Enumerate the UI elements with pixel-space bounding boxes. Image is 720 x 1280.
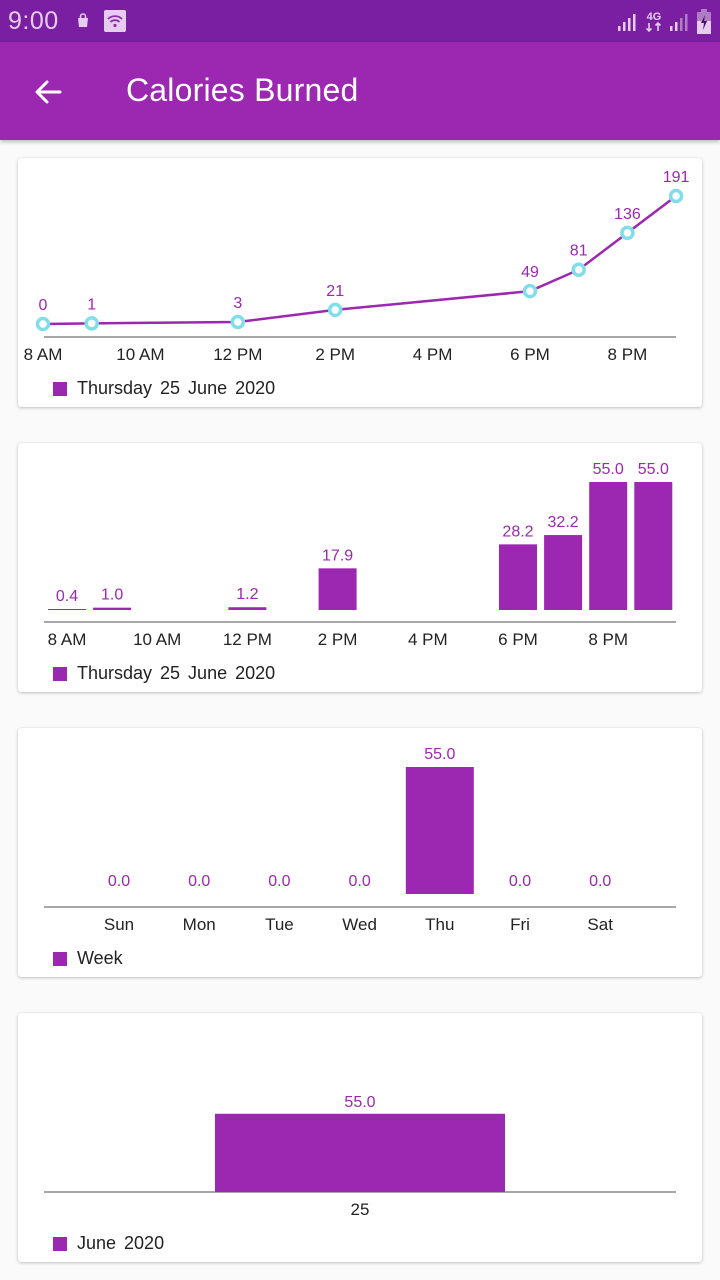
x-tick-label: Wed (342, 915, 377, 934)
bar (93, 607, 132, 610)
legend-swatch (53, 1236, 67, 1251)
data-label: 28.2 (502, 523, 533, 540)
x-tick-label: 6 PM (498, 630, 538, 649)
x-tick-label: 10 AM (133, 630, 181, 649)
legend-label: Week (77, 948, 123, 968)
series-line (42, 195, 677, 326)
x-tick-label: Sun (104, 915, 134, 934)
data-label: 81 (570, 243, 588, 260)
network-label: 4G (647, 11, 662, 23)
hourly-bar-chart[interactable]: 8 AM 10 AM 12 PM 2 PM 4 PM 6 PM 8 PM 0.4 1.0 1.2 1… (18, 443, 702, 692)
hourly-line-chart-card: 8 AM 10 AM 12 PM 2 PM 4 PM 6 PM 8 PM 0 1 3 21 49 81 1… (18, 158, 702, 407)
bar (499, 544, 537, 610)
x-tick-label: 8 PM (588, 630, 628, 649)
x-tick-label: 2 PM (318, 630, 358, 649)
data-label: 55.0 (638, 461, 669, 478)
chart-legend: Week (53, 948, 123, 969)
arrow-left-icon (35, 80, 62, 104)
x-tick-label: 8 PM (608, 345, 648, 364)
chart-legend: June 2020 (53, 1233, 164, 1254)
legend-label: Thursday 25 June 2020 (77, 378, 276, 398)
data-label: 0.0 (509, 873, 531, 890)
bar (544, 535, 583, 610)
legend-swatch (53, 666, 67, 681)
signal-icon (617, 12, 637, 37)
data-label: 1.2 (236, 586, 258, 603)
bar (318, 568, 357, 610)
data-label: 17.9 (322, 547, 353, 564)
x-tick-label: Tue (265, 915, 294, 934)
back-button[interactable] (22, 66, 74, 118)
data-point (620, 225, 635, 241)
data-label: 0.0 (589, 873, 611, 890)
data-label: 0 (39, 297, 48, 314)
data-label: 1 (87, 296, 96, 313)
data-point (522, 283, 538, 299)
legend-swatch (53, 381, 67, 396)
app-bar: Calories Burned (0, 42, 720, 140)
data-point (571, 262, 586, 277)
x-tick-label: Thu (425, 915, 454, 934)
bar (48, 609, 86, 610)
x-tick-label: 4 PM (408, 630, 448, 649)
x-tick-label: 25 (351, 1200, 370, 1219)
legend-label: June 2020 (77, 1233, 165, 1253)
data-label: 0.4 (56, 588, 78, 605)
battery-charging-icon (696, 9, 712, 40)
data-point (35, 316, 51, 332)
monthly-bar-chart[interactable]: 25 55.0 (18, 1013, 702, 1262)
shopping-bag-icon (74, 12, 92, 35)
x-tick-label: Mon (183, 915, 216, 934)
hourly-line-chart[interactable]: 8 AM 10 AM 12 PM 2 PM 4 PM 6 PM 8 PM 0 1 3 21 49 81 1… (18, 158, 702, 407)
data-label: 0.0 (268, 873, 290, 890)
data-label: 0.0 (108, 873, 130, 890)
x-tick-label: Fri (510, 915, 530, 934)
page-title: Calories Burned (126, 72, 359, 108)
wifi-icon (104, 10, 126, 37)
monthly-bar-chart-card: 25 55.0 June 2020 (18, 1013, 702, 1262)
data-point (84, 316, 99, 331)
data-label: 32.2 (548, 514, 579, 531)
chart-legend: Thursday 25 June 2020 (53, 663, 275, 684)
weekly-bar-chart[interactable]: Sun Mon Tue Wed Thu Fri Sat 0.0 0.0 0.0 0.0 55.0 0.0… (18, 728, 702, 977)
x-tick-label: 8 AM (48, 630, 87, 649)
x-tick-label: 6 PM (510, 345, 550, 364)
data-label: 136 (614, 206, 641, 223)
x-tick-label: 4 PM (413, 345, 453, 364)
data-label: 0.0 (188, 873, 210, 890)
data-label: 0.0 (348, 873, 370, 890)
signal-weak-icon (669, 12, 689, 37)
legend-swatch (53, 951, 67, 966)
bar (215, 1113, 505, 1192)
data-label: 3 (233, 295, 242, 312)
data-point (668, 188, 684, 204)
bar (228, 607, 267, 610)
x-tick-label: 2 PM (315, 345, 355, 364)
x-tick-label: 10 AM (116, 345, 164, 364)
data-label: 49 (521, 264, 539, 281)
x-tick-label: 8 AM (24, 345, 63, 364)
bar (589, 482, 628, 610)
legend-label: Thursday 25 June 2020 (77, 663, 276, 683)
x-tick-label: 12 PM (213, 345, 262, 364)
network-4g-icon: 4G (643, 9, 665, 40)
status-time: 9:00 (8, 7, 59, 35)
data-label: 191 (663, 169, 690, 186)
data-label: 55.0 (424, 746, 455, 763)
data-label: 21 (326, 283, 344, 300)
bar (405, 767, 474, 894)
bar (634, 482, 673, 610)
data-label: 1.0 (101, 587, 123, 604)
weekly-bar-chart-card: Sun Mon Tue Wed Thu Fri Sat 0.0 0.0 0.0 0.0 55.0 0.0… (18, 728, 702, 977)
x-tick-label: 12 PM (223, 630, 272, 649)
chart-legend: Thursday 25 June 2020 (53, 378, 275, 399)
x-tick-label: Sat (587, 915, 613, 934)
hourly-bar-chart-card: 8 AM 10 AM 12 PM 2 PM 4 PM 6 PM 8 PM 0.4 1.0 1.2 1… (18, 443, 702, 692)
data-point (327, 302, 343, 318)
status-bar: 9:00 4G (0, 0, 720, 42)
data-label: 55.0 (593, 461, 624, 478)
data-label: 55.0 (344, 1094, 375, 1111)
data-point (230, 314, 246, 330)
